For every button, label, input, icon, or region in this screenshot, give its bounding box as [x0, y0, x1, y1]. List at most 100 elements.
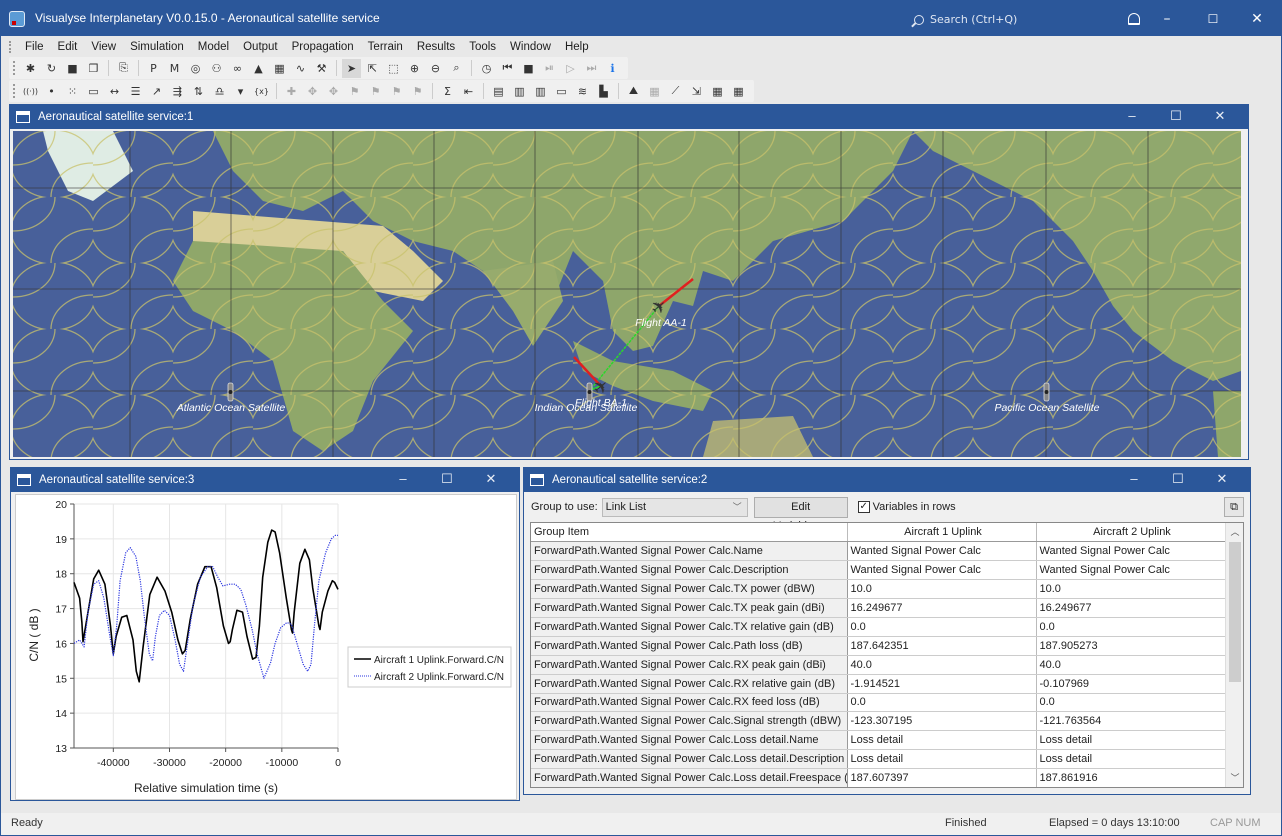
row-header-cell[interactable]: ForwardPath.Wanted Signal Power Calc.Los… [531, 730, 848, 751]
chart-filter-icon[interactable]: ▥ [510, 82, 529, 101]
menu-tools[interactable]: Tools [462, 41, 503, 53]
zoom-out-icon[interactable]: ⊖ [426, 59, 445, 78]
list-icon[interactable]: ☰ [126, 82, 145, 101]
value-cell[interactable]: 10.0 [847, 579, 1037, 600]
table-row[interactable]: ForwardPath.Wanted Signal Power Calc.TX … [531, 598, 1226, 618]
toolbar-grip[interactable] [13, 61, 16, 75]
table-row[interactable]: ForwardPath.Wanted Signal Power Calc.Los… [531, 730, 1226, 751]
link-icon[interactable]: ↗ [147, 82, 166, 101]
minimize-button[interactable]: – [1157, 9, 1177, 29]
value-cell[interactable]: Wanted Signal Power Calc [847, 541, 1037, 562]
row-header-cell[interactable]: ForwardPath.Wanted Signal Power Calc.Sig… [531, 711, 848, 732]
table-row[interactable]: ForwardPath.Wanted Signal Power Calc.Nam… [531, 541, 1226, 562]
table-row[interactable]: ForwardPath.Wanted Signal Power Calc.RX … [531, 655, 1226, 675]
map-close-button[interactable]: ✕ [1198, 105, 1242, 129]
value-cell[interactable]: -121.763564 [1036, 711, 1226, 732]
value-cell[interactable]: 40.0 [1036, 655, 1226, 675]
stations-icon[interactable]: ♎ [210, 82, 229, 101]
sum-icon[interactable]: Σ [438, 82, 457, 101]
group-icon[interactable]: ⚑ [345, 82, 364, 101]
close-file-icon[interactable]: ❐ [84, 59, 103, 78]
value-cell[interactable]: 0.0 [847, 617, 1037, 637]
point-icon[interactable]: • [42, 82, 61, 101]
copy-icon[interactable]: ⎘ [114, 59, 133, 78]
open-icon[interactable]: ↻ [42, 59, 61, 78]
import-icon[interactable]: ⇤ [459, 82, 478, 101]
trend-chart-icon[interactable]: ≋ [573, 82, 592, 101]
map-maximize-button[interactable]: ☐ [1154, 105, 1198, 129]
pointer-path-icon[interactable]: ⇲ [687, 82, 706, 101]
value-cell[interactable]: Loss detail [847, 730, 1037, 751]
variables-in-rows-checkbox[interactable]: ✓ [857, 501, 870, 513]
value-cell[interactable]: 187.905273 [1036, 636, 1226, 656]
stop-icon[interactable]: ■ [519, 59, 538, 78]
menu-edit[interactable]: Edit [51, 41, 85, 53]
row-header-cell[interactable]: ForwardPath.Wanted Signal Power Calc.TX … [531, 579, 848, 600]
row-header-cell[interactable]: ForwardPath.Wanted Signal Power Calc.Pat… [531, 636, 848, 656]
value-cell[interactable]: Loss detail [1036, 730, 1226, 751]
fast-forward-icon[interactable]: ⏭ [582, 59, 601, 78]
value-cell[interactable]: 40.0 [847, 655, 1037, 675]
value-cell[interactable]: 187.607397 [847, 768, 1037, 787]
rewind-icon[interactable]: ⏮ [498, 59, 517, 78]
chart-add-icon[interactable]: ▥ [531, 82, 550, 101]
select-item-icon[interactable]: ⇱ [363, 59, 382, 78]
toolbar-grip[interactable] [13, 84, 16, 98]
clock-icon[interactable]: ◷ [477, 59, 496, 78]
group-select[interactable]: Link List ﹀ [601, 497, 748, 517]
scroll-up-icon[interactable]: ︿ [1226, 523, 1243, 541]
map-window-titlebar[interactable]: Aeronautical satellite service:1 – ☐ ✕ [10, 105, 1248, 129]
station-copy-icon[interactable]: ✥ [324, 82, 343, 101]
atlantic-satellite-icon[interactable] [227, 382, 234, 402]
select-area-icon[interactable]: ⬚ [384, 59, 403, 78]
table-row[interactable]: ForwardPath.Wanted Signal Power Calc.RX … [531, 674, 1226, 694]
chart-minimize-button[interactable]: – [381, 468, 425, 492]
value-cell[interactable]: -1.914521 [847, 674, 1037, 694]
menu-results[interactable]: Results [410, 41, 462, 53]
value-cell[interactable]: 187.861916 [1036, 768, 1226, 787]
value-cell[interactable]: 0.0 [1036, 617, 1226, 637]
map-minimize-button[interactable]: – [1110, 105, 1154, 129]
scrollbar-thumb[interactable] [1229, 542, 1241, 682]
menu-window[interactable]: Window [503, 41, 558, 53]
chart-window-titlebar[interactable]: Aeronautical satellite service:3 – ☐ ✕ [11, 468, 519, 492]
value-cell[interactable]: Wanted Signal Power Calc [847, 560, 1037, 581]
table-row[interactable]: ForwardPath.Wanted Signal Power Calc.Los… [531, 749, 1226, 770]
dropdown-icon[interactable]: ▾ [231, 82, 250, 101]
row-header-cell[interactable]: ForwardPath.Wanted Signal Power Calc.Des… [531, 560, 848, 581]
filter-icon[interactable]: ⇶ [168, 82, 187, 101]
new-icon[interactable]: ✱ [21, 59, 40, 78]
value-cell[interactable]: -123.307195 [847, 711, 1037, 732]
menu-model[interactable]: Model [191, 41, 236, 53]
line-icon[interactable]: ↔ [105, 82, 124, 101]
value-cell[interactable]: 187.642351 [847, 636, 1037, 656]
save-icon[interactable]: ■ [63, 59, 82, 78]
swap-icon[interactable]: ⇅ [189, 82, 208, 101]
row-header-cell[interactable]: ForwardPath.Wanted Signal Power Calc.TX … [531, 598, 848, 618]
menu-simulation[interactable]: Simulation [123, 41, 191, 53]
group-link-icon[interactable]: ⚑ [387, 82, 406, 101]
close-button[interactable]: ✕ [1247, 9, 1267, 29]
row-header-cell[interactable]: ForwardPath.Wanted Signal Power Calc.Nam… [531, 541, 848, 562]
table-vertical-scrollbar[interactable]: ︿ ﹀ [1225, 523, 1243, 787]
select-pointer-icon[interactable]: ➤ [342, 58, 361, 78]
time-chart-icon[interactable]: ▭ [552, 82, 571, 101]
map-view-icon[interactable]: M [165, 59, 184, 78]
glasses-view-icon[interactable]: ∞ [228, 59, 247, 78]
row-header-cell[interactable]: ForwardPath.Wanted Signal Power Calc.RX … [531, 655, 848, 675]
value-cell[interactable]: 10.0 [1036, 579, 1226, 600]
menu-output[interactable]: Output [236, 41, 285, 53]
station-add-icon[interactable]: ✚ [282, 82, 301, 101]
group-user-icon[interactable]: ⚑ [366, 82, 385, 101]
value-cell[interactable]: 0.0 [1036, 693, 1226, 713]
menu-view[interactable]: View [84, 41, 123, 53]
column-header[interactable]: Aircraft 2 Uplink [1036, 523, 1226, 543]
value-cell[interactable]: Loss detail [1036, 749, 1226, 770]
maximize-button[interactable]: ☐ [1203, 9, 1223, 29]
zoom-in-icon[interactable]: ⊕ [405, 59, 424, 78]
value-cell[interactable]: 0.0 [847, 693, 1037, 713]
menu-propagation[interactable]: Propagation [285, 41, 361, 53]
notification-bell-icon[interactable] [1128, 13, 1140, 25]
scroll-down-icon[interactable]: ﹀ [1226, 769, 1243, 787]
row-header-cell[interactable]: ForwardPath.Wanted Signal Power Calc.RX … [531, 693, 848, 713]
